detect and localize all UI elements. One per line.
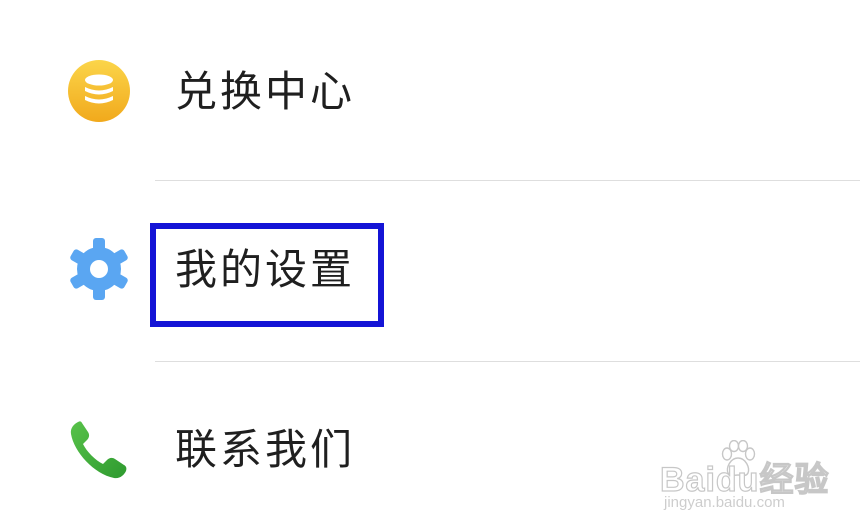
divider xyxy=(155,180,860,181)
divider xyxy=(155,361,860,362)
coins-icon xyxy=(66,58,132,124)
menu-item-label: 联系我们 xyxy=(175,425,356,474)
gear-icon xyxy=(66,236,132,302)
phone-icon xyxy=(66,416,132,482)
menu-item-label: 兑换中心 xyxy=(175,67,356,116)
menu-item-exchange-center[interactable]: 兑换中心 xyxy=(0,34,860,154)
menu-item-my-settings[interactable]: 我的设置 xyxy=(0,212,860,332)
menu-item-contact-us[interactable]: 联系我们 xyxy=(0,392,860,512)
menu-item-label: 我的设置 xyxy=(175,245,356,294)
menu-screen: 兑换中心 我的设置 联系我们 Baidu经验 jingyan.baidu.com xyxy=(0,0,860,532)
